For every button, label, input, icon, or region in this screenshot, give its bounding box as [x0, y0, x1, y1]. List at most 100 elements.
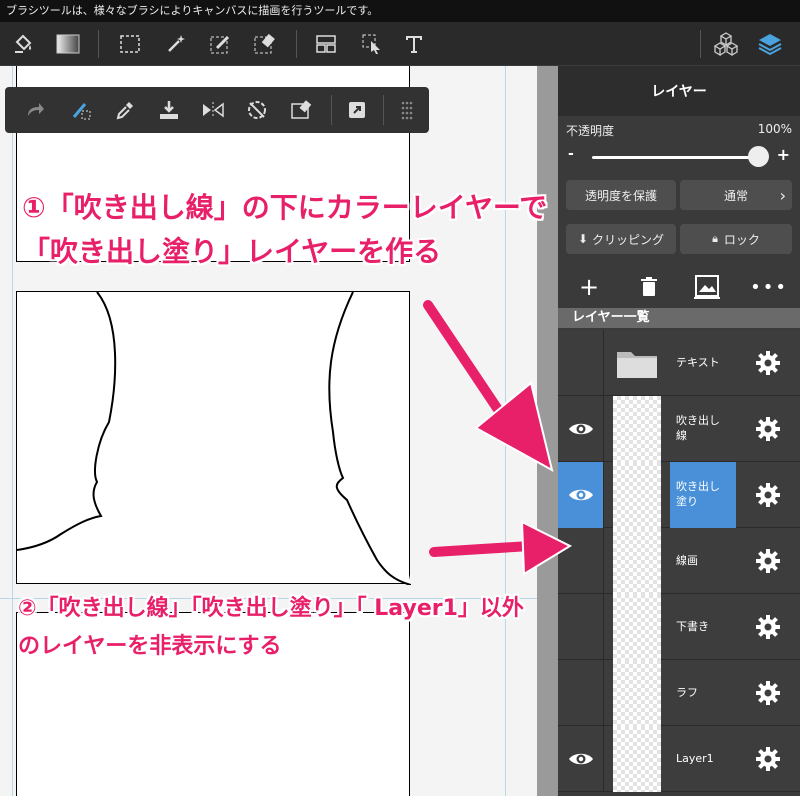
layer-name: 吹き出し 塗り — [670, 462, 736, 528]
layer-name: 吹き出し 線 — [676, 414, 720, 442]
text-icon[interactable] — [400, 30, 428, 58]
layer-settings-button[interactable] — [736, 462, 800, 528]
layer-row[interactable]: 下書き — [558, 594, 800, 660]
frame-icon[interactable] — [312, 30, 340, 58]
fill-bucket-icon[interactable] — [10, 30, 38, 58]
lock-button[interactable]: 🔒︎ ロック — [680, 224, 792, 254]
gear-icon — [756, 351, 780, 375]
layer-thumbnail — [604, 462, 670, 528]
layer-row[interactable]: Layer1 — [558, 726, 800, 792]
visibility-toggle[interactable] — [558, 462, 604, 528]
gradient-icon[interactable] — [54, 30, 82, 58]
opacity-increase-button[interactable]: + — [777, 145, 790, 164]
image-layer-icon[interactable] — [692, 273, 722, 301]
opacity-label: 不透明度 — [566, 124, 615, 138]
move-select-icon[interactable] — [358, 30, 386, 58]
cubes-icon[interactable] — [712, 30, 740, 58]
clipping-label: クリッピング — [592, 232, 665, 247]
chevron-right-icon: › — [779, 185, 786, 205]
gear-icon — [756, 417, 780, 441]
clipping-button[interactable]: ⬇ クリッピング — [566, 224, 676, 254]
layer-thumbnail — [604, 528, 670, 594]
layer-settings-button[interactable] — [736, 396, 800, 462]
layer-name: Layer1 — [676, 751, 714, 765]
select-eraser-icon[interactable] — [250, 30, 278, 58]
layer-panel: レイヤー 不透明度 100% - + 透明度を保護 通常 › ⬇ クリッピング … — [558, 66, 800, 796]
layer-thumbnail — [604, 660, 670, 726]
top-toolbar — [0, 22, 800, 66]
layer-list-header: レイヤー一覧 — [558, 308, 800, 328]
redo-icon[interactable] — [21, 96, 49, 124]
visibility-toggle[interactable] — [558, 330, 604, 396]
floating-toolbar — [5, 87, 429, 133]
erase-select-icon[interactable] — [287, 96, 315, 124]
annotation-step2: ②「吹き出し線」「吹き出し塗り」「 Layer1」以外のレイヤーを非表示にする — [18, 596, 524, 659]
layer-settings-button[interactable] — [736, 528, 800, 594]
add-layer-icon[interactable]: + — [574, 273, 604, 301]
layer-row[interactable]: ラフ — [558, 660, 800, 726]
protect-alpha-button[interactable]: 透明度を保護 — [566, 180, 676, 210]
protect-alpha-label: 透明度を保護 — [584, 188, 657, 203]
gear-icon — [756, 615, 780, 639]
import-icon[interactable] — [155, 96, 183, 124]
lock-icon: 🔒︎ — [712, 232, 718, 245]
magic-wand-icon[interactable] — [162, 30, 190, 58]
eyedropper-icon[interactable] — [111, 96, 139, 124]
layer-settings-button[interactable] — [736, 594, 800, 660]
blend-mode-button[interactable]: 通常 › — [680, 180, 792, 210]
grid-dots-icon[interactable] — [393, 96, 421, 124]
gear-icon — [756, 483, 780, 507]
lock-label: ロック — [723, 232, 760, 247]
canvas-scroll-edge — [537, 66, 558, 796]
expand-icon[interactable] — [343, 96, 371, 124]
visibility-toggle[interactable] — [558, 594, 604, 660]
gear-icon — [756, 549, 780, 573]
opacity-slider[interactable] — [592, 156, 760, 159]
layer-thumbnail — [604, 594, 670, 660]
visibility-toggle[interactable] — [558, 726, 604, 792]
rect-select-icon[interactable] — [116, 30, 144, 58]
gear-icon — [756, 747, 780, 771]
layer-name: テキスト — [676, 355, 720, 369]
layer-actions: + ••• — [558, 268, 800, 306]
layer-row[interactable]: 線画 — [558, 528, 800, 594]
opacity-decrease-button[interactable]: - — [568, 146, 574, 162]
layer-name: ラフ — [676, 685, 698, 699]
layer-settings-button[interactable] — [736, 660, 800, 726]
panel-title: レイヤー — [558, 66, 800, 116]
flip-icon[interactable] — [199, 96, 227, 124]
opacity-value: 100% — [757, 122, 792, 136]
status-text: ブラシツールは、様々なブラシによりキャンバスに描画を行うツールです。 — [0, 0, 800, 22]
eye-icon — [568, 753, 593, 765]
eye-icon — [568, 489, 593, 501]
layer-name: 下書き — [676, 619, 709, 633]
layer-row[interactable]: テキスト — [558, 330, 800, 396]
more-options-icon[interactable]: ••• — [750, 273, 786, 301]
transform-icon[interactable] — [67, 96, 95, 124]
layer-thumbnail — [604, 396, 670, 462]
layers-icon[interactable] — [756, 30, 784, 58]
layer-settings-button[interactable] — [736, 726, 800, 792]
layer-thumbnail — [604, 726, 670, 792]
gear-icon — [756, 681, 780, 705]
canvas-area[interactable] — [0, 66, 558, 796]
layer-settings-button[interactable] — [736, 330, 800, 396]
trash-icon[interactable] — [634, 273, 664, 301]
comic-panel-2 — [16, 291, 411, 585]
folder-icon — [617, 352, 657, 378]
layer-name: 線画 — [676, 553, 698, 567]
layer-thumbnail — [604, 330, 670, 396]
rotate-icon[interactable] — [243, 96, 271, 124]
speech-balloon-outlines — [17, 292, 411, 585]
opacity-slider-knob[interactable] — [748, 146, 769, 167]
annotation-step1: ①「吹き出し線」の下にカラーレイヤーで「吹き出し塗り」レイヤーを作る — [22, 191, 548, 268]
app-window: ブラシツールは、様々なブラシによりキャンバスに描画を行うツールです。 レイヤー … — [0, 0, 800, 796]
blend-mode-label: 通常 — [723, 188, 748, 203]
visibility-toggle[interactable] — [558, 396, 604, 462]
select-pen-icon[interactable] — [206, 30, 234, 58]
layer-row[interactable]: 吹き出し 線 — [558, 396, 800, 462]
visibility-toggle[interactable] — [558, 660, 604, 726]
layer-row[interactable]: 吹き出し 塗り — [558, 462, 800, 528]
eye-icon — [568, 423, 593, 435]
visibility-toggle[interactable] — [558, 528, 604, 594]
